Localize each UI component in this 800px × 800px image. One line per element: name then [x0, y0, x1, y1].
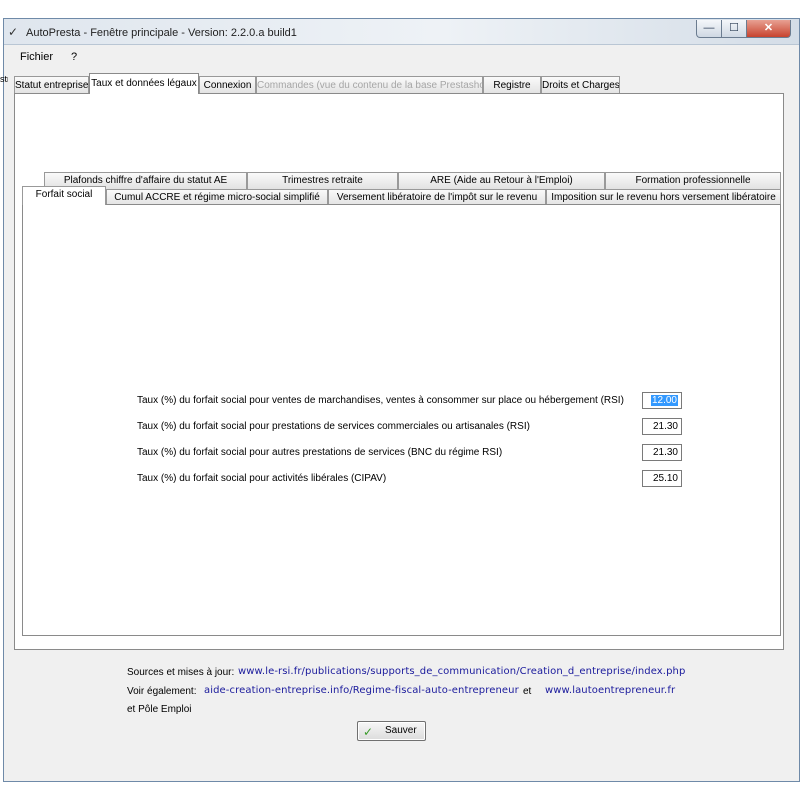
link-aide-creation[interactable]: aide-creation-entreprise.info/Regime-fis…	[204, 685, 519, 696]
field-label-ventes: Taux (%) du forfait social pour ventes d…	[137, 395, 624, 406]
maximize-button[interactable]: ☐	[722, 20, 747, 38]
menu-help[interactable]: ?	[71, 51, 77, 63]
window-title: AutoPresta - Fenêtre principale - Versio…	[26, 27, 297, 39]
link-lautoentrepreneur[interactable]: www.lautoentrepreneur.fr	[545, 685, 675, 696]
tab-taux-donnees-legaux[interactable]: Taux et données légaux	[89, 73, 199, 94]
save-button[interactable]: ✓ Sauver	[357, 721, 426, 741]
left-window-stub: str	[0, 74, 8, 84]
tab-registre[interactable]: Registre	[483, 76, 541, 94]
subtab-forfait-social[interactable]: Forfait social	[22, 186, 106, 205]
subtab-formation-professionnelle[interactable]: Formation professionnelle	[605, 172, 781, 189]
input-autres-prestations-bnc[interactable]: 21.30	[642, 444, 682, 461]
menu-bar: Fichier ?	[4, 46, 799, 68]
pole-emploi-label: et Pôle Emploi	[127, 704, 192, 715]
field-label-activites-liberales: Taux (%) du forfait social pour activité…	[137, 473, 387, 484]
input-activites-liberales-value: 25.10	[652, 473, 678, 484]
input-prestations-commerciales-rsi[interactable]: 21.30	[642, 418, 682, 435]
tab-commandes: Commandes (vue du contenu de la base Pre…	[256, 76, 483, 94]
link-le-rsi[interactable]: www.le-rsi.fr/publications/supports_de_c…	[238, 666, 685, 677]
input-activites-liberales-cipav[interactable]: 25.10	[642, 470, 682, 487]
tab-connexion[interactable]: Connexion	[199, 76, 256, 94]
subtab-trimestres-retraite[interactable]: Trimestres retraite	[247, 172, 398, 189]
sources-label: Sources et mises à jour:	[127, 667, 235, 678]
field-label-prestations-commerciales: Taux (%) du forfait social pour prestati…	[137, 421, 530, 432]
input-autres-prestations-value: 21.30	[652, 447, 678, 458]
tab-statut-entreprise[interactable]: Statut entreprise	[14, 76, 89, 94]
and-label: et	[523, 686, 532, 697]
app-checkmark-icon: ✓	[8, 25, 19, 39]
tab-droits-charges[interactable]: Droits et Charges	[541, 76, 620, 94]
menu-fichier[interactable]: Fichier	[20, 51, 53, 63]
window-controls: — ☐ ✕	[696, 20, 791, 38]
save-button-label: Sauver	[385, 725, 417, 736]
minimize-button[interactable]: —	[696, 20, 722, 38]
title-bar[interactable]: ✓ AutoPresta - Fenêtre principale - Vers…	[4, 19, 799, 45]
input-prestations-commerciales-value: 21.30	[652, 421, 678, 432]
see-also-label: Voir également:	[127, 686, 197, 697]
checkmark-icon: ✓	[363, 725, 374, 739]
close-button[interactable]: ✕	[747, 20, 791, 38]
field-label-autres-prestations: Taux (%) du forfait social pour autres p…	[137, 447, 503, 458]
input-ventes-rsi-value: 12.00	[650, 395, 678, 406]
input-ventes-rsi[interactable]: 12.00	[642, 392, 682, 409]
subtab-are[interactable]: ARE (Aide au Retour à l'Emploi)	[398, 172, 605, 189]
